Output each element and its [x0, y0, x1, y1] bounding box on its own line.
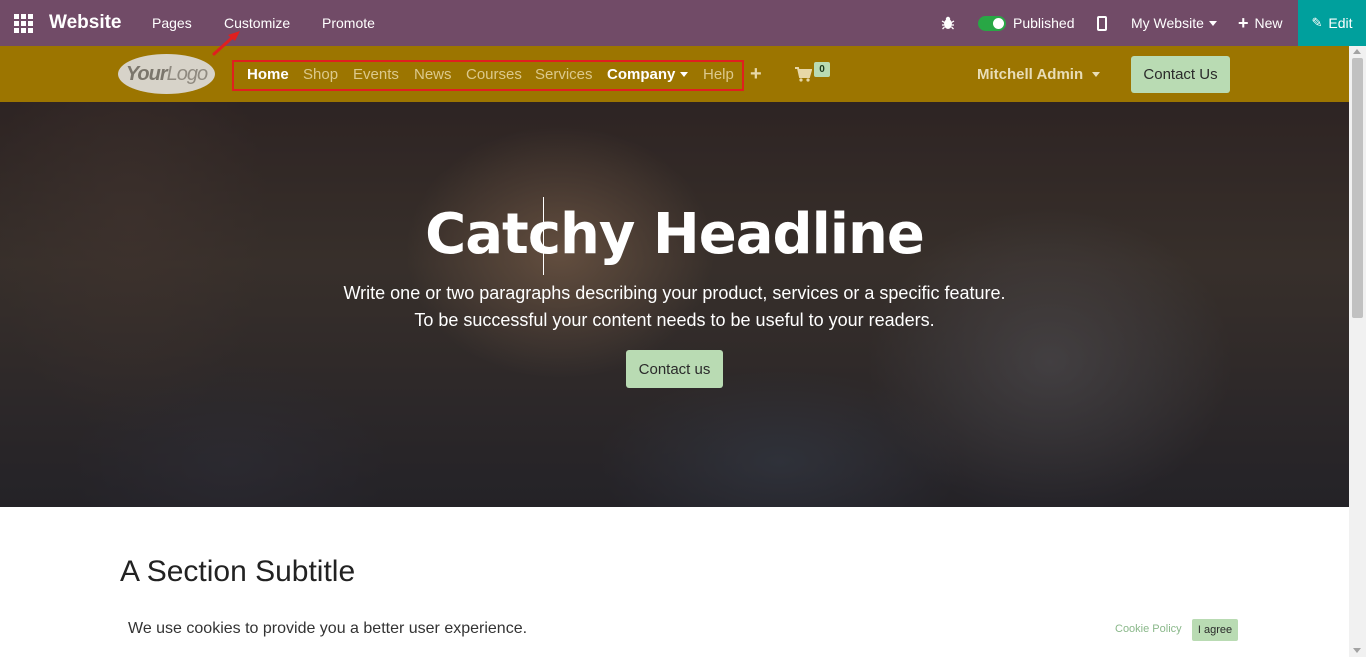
new-button[interactable]: + New	[1238, 0, 1283, 46]
cookie-policy-link[interactable]: Cookie Policy	[1115, 623, 1182, 635]
website-switcher-label: My Website	[1131, 15, 1204, 31]
mobile-preview-icon[interactable]	[1097, 0, 1107, 46]
scrollbar-thumb[interactable]	[1352, 58, 1363, 318]
cookie-bar: We use cookies to provide you a better u…	[0, 603, 1349, 657]
pencil-icon: ✎	[1311, 15, 1323, 30]
user-menu[interactable]: Mitchell Admin	[977, 46, 1101, 102]
scroll-up-icon[interactable]	[1353, 49, 1361, 54]
nav-item-events[interactable]: Events	[353, 46, 399, 102]
nav-item-company-label: Company	[607, 65, 676, 83]
hero-background-image	[0, 102, 1349, 507]
nav-item-help[interactable]: Help	[703, 46, 734, 102]
new-button-label: New	[1254, 15, 1283, 31]
plus-icon: +	[1238, 12, 1249, 33]
scroll-down-icon[interactable]	[1353, 648, 1361, 653]
add-menu-item-icon[interactable]: +	[750, 46, 762, 102]
cart-count-badge: 0	[814, 62, 830, 77]
chevron-down-icon	[680, 71, 689, 77]
chevron-down-icon	[1092, 71, 1101, 77]
published-toggle[interactable]: Published	[978, 0, 1075, 46]
published-label: Published	[1013, 15, 1075, 31]
hero-text-line-1: Write one or two paragraphs describing y…	[343, 283, 1006, 303]
edit-button[interactable]: ✎ Edit	[1298, 0, 1366, 46]
cart-icon[interactable]	[795, 46, 812, 102]
app-title[interactable]: Website	[49, 0, 122, 46]
toggle-switch-icon[interactable]	[978, 15, 1006, 31]
nav-item-courses[interactable]: Courses	[466, 46, 522, 102]
cookie-agree-button[interactable]: I agree	[1192, 619, 1238, 641]
annotation-arrow-icon	[212, 31, 240, 56]
hero-banner: Catchy Headline Write one or two paragra…	[0, 102, 1349, 507]
section-subtitle: A Section Subtitle	[120, 555, 356, 588]
text-cursor	[543, 197, 544, 275]
user-name: Mitchell Admin	[977, 65, 1084, 83]
hero-contact-button[interactable]: Contact us	[626, 350, 723, 388]
nav-item-news[interactable]: News	[414, 46, 452, 102]
bug-icon[interactable]	[941, 0, 955, 46]
menu-pages[interactable]: Pages	[152, 0, 192, 46]
menu-promote[interactable]: Promote	[322, 0, 375, 46]
website-switcher[interactable]: My Website	[1131, 0, 1217, 46]
nav-item-company[interactable]: Company	[607, 46, 689, 102]
cookie-message: We use cookies to provide you a better u…	[128, 620, 528, 637]
nav-item-shop[interactable]: Shop	[303, 46, 338, 102]
apps-menu-icon[interactable]	[14, 0, 34, 46]
logo-text-bold: Your	[125, 62, 168, 85]
nav-item-home[interactable]: Home	[247, 46, 289, 102]
edit-button-label: Edit	[1328, 15, 1353, 31]
header-contact-button[interactable]: Contact Us	[1131, 56, 1230, 93]
hero-title[interactable]: Catchy Headline	[0, 202, 1349, 267]
hero-text-line-2: To be successful your content needs to b…	[414, 310, 935, 330]
site-logo[interactable]: Your Logo	[118, 54, 215, 94]
nav-item-services[interactable]: Services	[535, 46, 593, 102]
chevron-down-icon	[1208, 20, 1217, 26]
admin-bar: Website Pages Customize Promote Publishe…	[0, 0, 1366, 46]
logo-text: Logo	[166, 62, 208, 85]
